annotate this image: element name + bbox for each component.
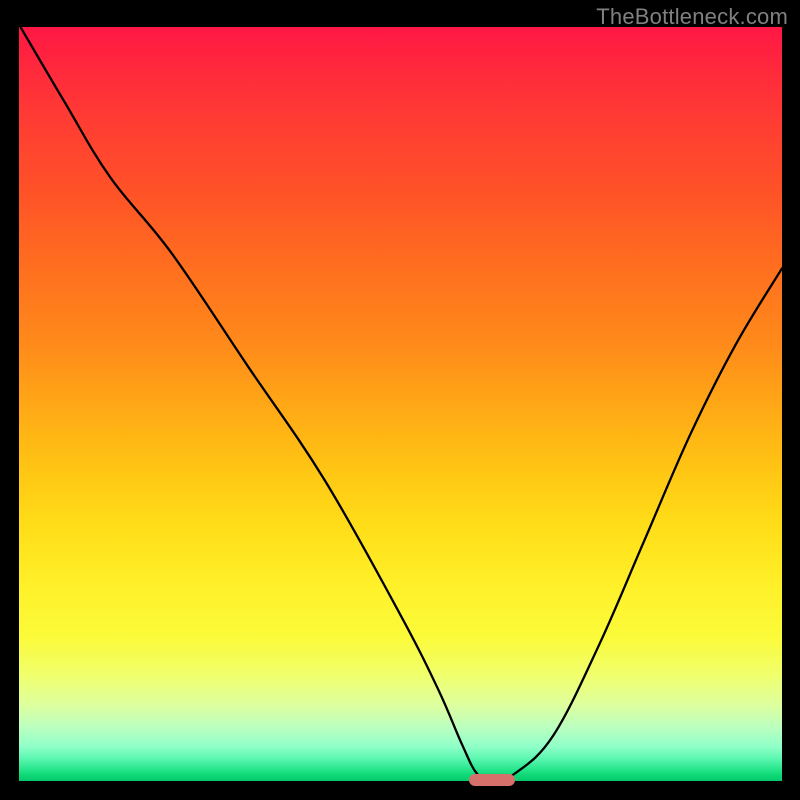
curve-layer [19, 27, 782, 781]
optimal-marker [469, 774, 515, 786]
watermark-text: TheBottleneck.com [596, 4, 788, 30]
chart-frame: TheBottleneck.com [0, 0, 800, 800]
plot-area [19, 27, 782, 781]
bottleneck-curve [21, 27, 783, 781]
